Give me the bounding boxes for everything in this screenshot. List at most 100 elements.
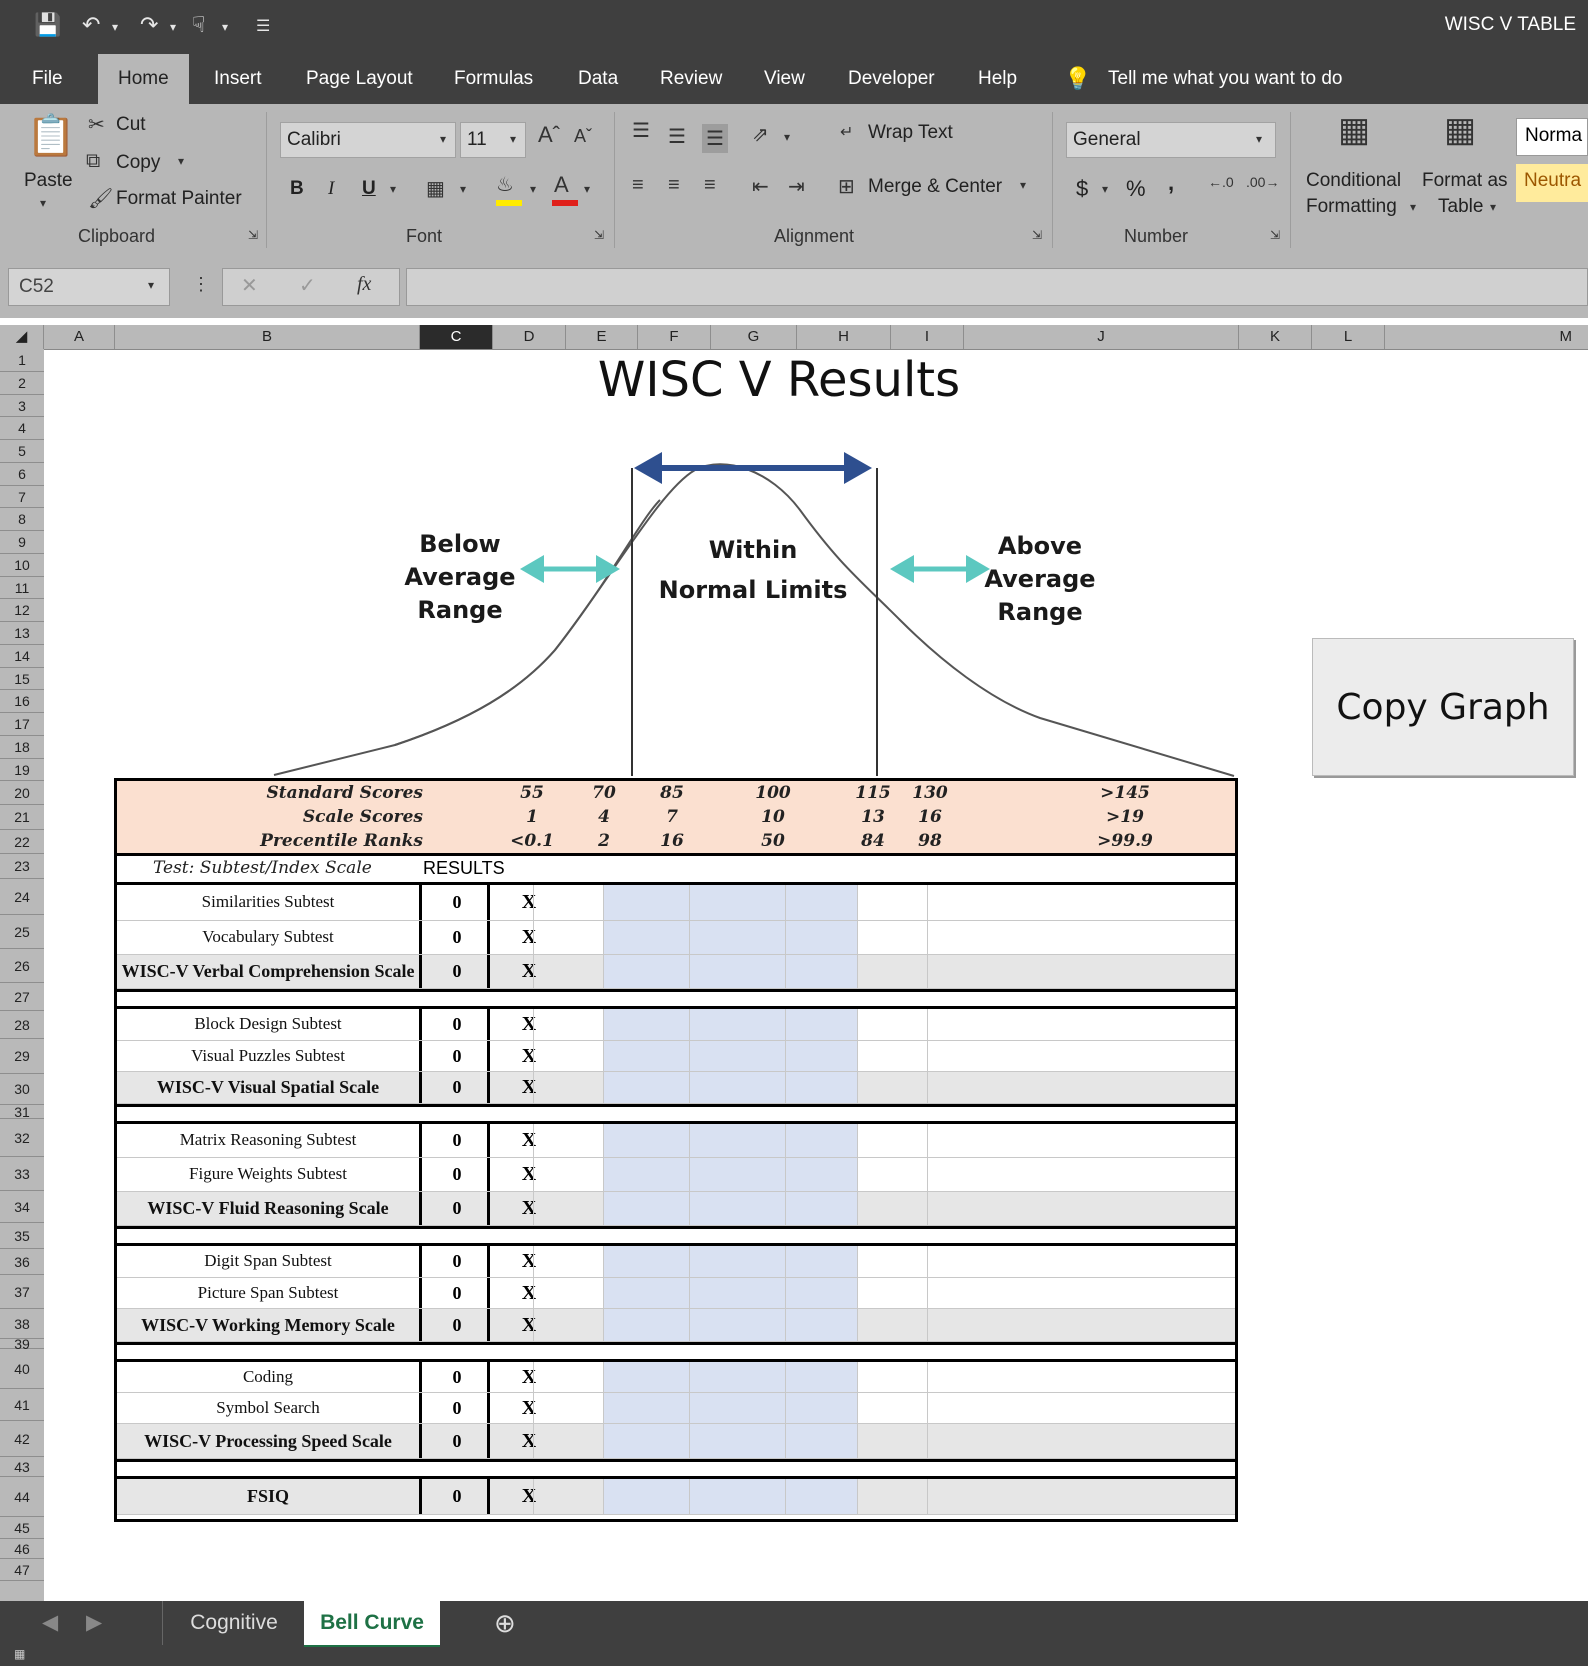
percentile-ranks-value: 84 bbox=[861, 831, 885, 851]
subtest-row: Coding 0 X bbox=[117, 1362, 1235, 1393]
normal-range-band bbox=[603, 1479, 857, 1515]
gridline bbox=[533, 885, 534, 921]
score-value[interactable]: 0 bbox=[423, 1315, 491, 1336]
gridline bbox=[689, 955, 690, 989]
column-border bbox=[419, 1309, 422, 1342]
percentile-ranks-value: 16 bbox=[660, 831, 684, 851]
gridline bbox=[603, 1362, 604, 1393]
column-border bbox=[419, 921, 422, 955]
column-border bbox=[487, 1009, 490, 1041]
scale-label: WISC-V Verbal Comprehension Scale bbox=[121, 961, 415, 981]
gridline bbox=[927, 1479, 928, 1515]
score-value[interactable]: 0 bbox=[423, 961, 491, 982]
gridline bbox=[785, 1362, 786, 1393]
column-border bbox=[419, 1041, 422, 1072]
sheet-tab-bell-curve[interactable]: Bell Curve bbox=[304, 1601, 440, 1648]
subtest-label: Symbol Search bbox=[216, 1397, 320, 1417]
gridline bbox=[927, 1192, 928, 1226]
column-border bbox=[487, 1309, 490, 1342]
gridline bbox=[533, 1124, 534, 1158]
score-value[interactable]: 0 bbox=[423, 1130, 491, 1151]
gridline bbox=[689, 1124, 690, 1158]
column-border bbox=[419, 1246, 422, 1278]
score-value[interactable]: 0 bbox=[423, 1367, 491, 1388]
position-marker: X bbox=[521, 1281, 537, 1304]
score-value[interactable]: 0 bbox=[423, 1398, 491, 1419]
subtest-label: Coding bbox=[242, 1366, 294, 1386]
score-value[interactable]: 0 bbox=[423, 1198, 491, 1219]
gridline bbox=[927, 955, 928, 989]
score-value[interactable]: 0 bbox=[423, 1486, 491, 1507]
scale-row: WISC-V Processing Speed Scale 0 X bbox=[117, 1424, 1235, 1459]
gridline bbox=[785, 1124, 786, 1158]
scroll-left-icon[interactable]: ◀ bbox=[42, 1601, 58, 1645]
sheet-tab-cognitive[interactable]: Cognitive bbox=[162, 1601, 306, 1645]
column-border bbox=[419, 1009, 422, 1041]
within-label-line-1: Within bbox=[708, 536, 798, 564]
normal-range-band bbox=[603, 921, 857, 955]
score-value[interactable]: 0 bbox=[423, 1431, 491, 1452]
above-arrowhead-left bbox=[890, 555, 914, 583]
scale-row: WISC-V Verbal Comprehension Scale 0 X bbox=[117, 955, 1235, 989]
standard-scores-value: 100 bbox=[755, 783, 791, 803]
gridline bbox=[603, 1246, 604, 1278]
gridline bbox=[533, 955, 534, 989]
below-label-line-1: Below bbox=[419, 530, 501, 558]
gridline bbox=[689, 885, 690, 921]
gridline bbox=[927, 921, 928, 955]
scroll-right-icon[interactable]: ▶ bbox=[86, 1601, 102, 1645]
score-value[interactable]: 0 bbox=[423, 1014, 491, 1035]
gridline bbox=[689, 1393, 690, 1424]
column-border bbox=[419, 1192, 422, 1226]
column-border bbox=[487, 1158, 490, 1192]
gridline bbox=[857, 1246, 858, 1278]
subtest-label: Similarities Subtest bbox=[201, 892, 335, 911]
gridline bbox=[857, 1479, 858, 1515]
scale-scores-value: 13 bbox=[861, 807, 885, 827]
score-value[interactable]: 0 bbox=[423, 1251, 491, 1272]
table-header-row: Test: Subtest/Index Scale RESULTS bbox=[117, 853, 1235, 885]
below-arrowhead-right bbox=[596, 555, 620, 583]
column-border bbox=[419, 1072, 422, 1104]
score-value[interactable]: 0 bbox=[423, 927, 491, 948]
score-value[interactable]: 0 bbox=[423, 892, 491, 913]
percentile-ranks-value: >99.9 bbox=[1097, 831, 1153, 851]
percentile-ranks-value: 50 bbox=[761, 831, 785, 851]
subtest-label: Visual Puzzles Subtest bbox=[191, 1045, 345, 1065]
gridline bbox=[927, 1424, 928, 1459]
gridline bbox=[857, 1309, 858, 1342]
percentile-ranks-value: 2 bbox=[598, 831, 610, 851]
gridline bbox=[533, 1192, 534, 1226]
copy-graph-button[interactable]: Copy Graph bbox=[1312, 638, 1574, 776]
gridline bbox=[927, 885, 928, 921]
subtest-label: Block Design Subtest bbox=[194, 1014, 342, 1033]
gridline bbox=[857, 955, 858, 989]
gridline bbox=[689, 1009, 690, 1041]
normal-range-band bbox=[603, 1309, 857, 1342]
gridline bbox=[603, 1009, 604, 1041]
column-border bbox=[419, 1479, 422, 1515]
column-border bbox=[487, 1479, 490, 1515]
gridline bbox=[785, 885, 786, 921]
normal-range-band bbox=[603, 1424, 857, 1459]
macro-record-icon[interactable]: ▦ bbox=[14, 1647, 25, 1661]
score-value[interactable]: 0 bbox=[423, 1077, 491, 1098]
score-value[interactable]: 0 bbox=[423, 1046, 491, 1067]
score-value[interactable]: 0 bbox=[423, 1164, 491, 1185]
scale-row: FSIQ 0 X bbox=[117, 1479, 1235, 1515]
gridline bbox=[689, 1192, 690, 1226]
column-border bbox=[487, 885, 490, 921]
add-sheet-icon[interactable]: ⊕ bbox=[494, 1601, 516, 1645]
below-label-line-3: Range bbox=[417, 596, 503, 624]
scale-scores-label: Scale Scores bbox=[302, 807, 423, 827]
gridline bbox=[689, 1158, 690, 1192]
normal-range-band bbox=[603, 1393, 857, 1424]
gridline bbox=[603, 1041, 604, 1072]
gridline bbox=[927, 1393, 928, 1424]
scale-scores-value: 16 bbox=[918, 807, 942, 827]
gridline bbox=[533, 1158, 534, 1192]
normal-range-band bbox=[603, 1009, 857, 1041]
scale-row: WISC-V Fluid Reasoning Scale 0 X bbox=[117, 1192, 1235, 1226]
score-value[interactable]: 0 bbox=[423, 1283, 491, 1304]
subtest-row: Figure Weights Subtest 0 X bbox=[117, 1158, 1235, 1192]
